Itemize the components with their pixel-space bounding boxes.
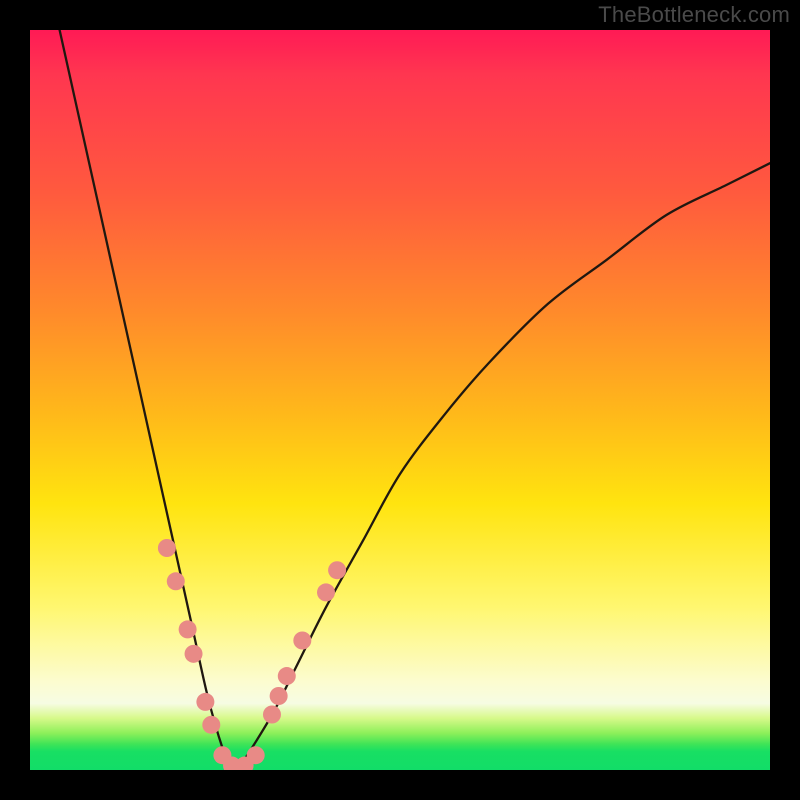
data-dot	[185, 645, 203, 663]
line-layer	[60, 30, 770, 770]
data-dot	[263, 706, 281, 724]
plot-area	[30, 30, 770, 770]
scatter-layer	[158, 539, 346, 770]
data-dot	[278, 667, 296, 685]
chart-frame: TheBottleneck.com	[0, 0, 800, 800]
data-dot	[167, 572, 185, 590]
watermark-text: TheBottleneck.com	[598, 2, 790, 28]
curve-left-branch	[60, 30, 238, 770]
data-dot	[247, 746, 265, 764]
data-dot	[270, 687, 288, 705]
curve-right-branch	[237, 163, 770, 770]
data-dot	[317, 583, 335, 601]
data-dot	[293, 632, 311, 650]
data-dot	[202, 716, 220, 734]
data-dot	[196, 693, 214, 711]
data-dot	[158, 539, 176, 557]
data-dot	[328, 561, 346, 579]
curves-svg	[30, 30, 770, 770]
data-dot	[179, 620, 197, 638]
